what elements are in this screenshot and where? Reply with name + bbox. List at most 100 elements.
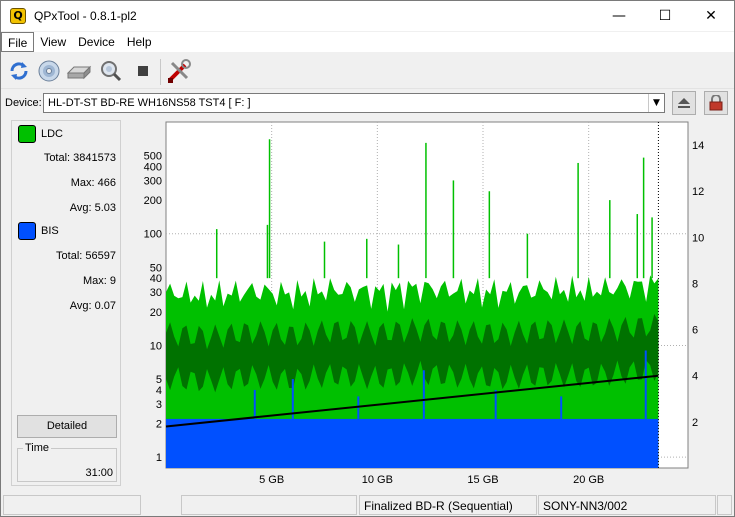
bis-max: Max: 9 (83, 275, 116, 287)
menu-view[interactable]: View (34, 32, 72, 52)
window-title: QPxTool - 0.8.1-pl2 (34, 9, 137, 23)
zoom-search-icon (101, 61, 122, 82)
left-axis-tick-label: 10 (150, 340, 162, 352)
qpxtool-app-icon: Q (10, 8, 26, 24)
bis-avg: Avg: 0.07 (70, 300, 116, 312)
left-axis-tick-label: 500 (144, 151, 162, 163)
toolbar (1, 53, 734, 89)
ldc-total-value: 3841573 (73, 152, 116, 164)
x-axis-tick-label: 20 GB (573, 474, 604, 486)
status-media-type: Finalized BD-R (Sequential) (359, 495, 537, 515)
x-axis-tick-label: 10 GB (362, 474, 393, 486)
status-bar: Finalized BD-R (Sequential) SONY-NN3/002 (1, 493, 734, 516)
settings-button[interactable] (165, 57, 193, 85)
ldc-legend-label: LDC (41, 128, 64, 140)
eject-button[interactable] (672, 91, 696, 115)
left-axis-tick-label: 400 (144, 161, 162, 173)
device-label: Device: (5, 97, 42, 109)
x-axis-tick-label: 15 GB (467, 474, 498, 486)
left-axis-tick-label: 5 (156, 374, 162, 386)
chevron-down-icon[interactable]: ▼ (648, 94, 664, 112)
toolbar-separator (160, 59, 161, 85)
status-cell-2 (181, 495, 357, 515)
status-cell-1 (3, 495, 141, 515)
bis-avg-value: 0.07 (94, 300, 116, 312)
bis-color-swatch[interactable] (18, 222, 36, 240)
title-bar[interactable]: Q QPxTool - 0.8.1-pl2 — ☐ ✕ (1, 1, 734, 31)
media-scan-button[interactable] (35, 57, 63, 85)
minimize-icon: — (612, 8, 626, 24)
right-axis-tick-label: 14 (692, 140, 704, 152)
stop-button[interactable] (129, 57, 157, 85)
lock-icon (709, 95, 723, 111)
left-axis-tick-label: 20 (150, 307, 162, 319)
ldc-avg: Avg: 5.03 (70, 202, 116, 214)
settings-tools-icon (168, 59, 191, 83)
device-select-value: HL-DT-ST BD-RE WH16NS58 TST4 [ F: ] (48, 97, 251, 109)
right-axis-tick-label: 4 (692, 371, 698, 383)
ldc-max-label: Max: (70, 177, 95, 189)
ldc-color-swatch[interactable] (18, 125, 36, 143)
eject-icon (678, 98, 690, 108)
time-label: Time (23, 442, 52, 454)
left-axis-tick-label: 300 (144, 175, 162, 187)
menu-file[interactable]: File (1, 32, 35, 52)
scan-zoom-button[interactable] (97, 57, 125, 85)
left-axis-tick-label: 40 (150, 273, 162, 285)
media-scan-icon (38, 60, 60, 82)
app-window: Q QPxTool - 0.8.1-pl2 — ☐ ✕ File View De… (0, 0, 735, 517)
device-select[interactable]: HL-DT-ST BD-RE WH16NS58 TST4 [ F: ] ▼ (43, 93, 665, 113)
right-axis-tick-label: 8 (692, 278, 698, 290)
ldc-max: Max: 466 (71, 177, 116, 189)
bis-total-value: 56597 (85, 250, 116, 262)
status-cell-5 (717, 495, 732, 515)
detailed-button[interactable]: Detailed (17, 415, 117, 438)
left-axis-tick-label: 200 (144, 195, 162, 207)
menu-device[interactable]: Device (72, 32, 121, 52)
refresh-button[interactable] (5, 57, 33, 85)
close-button[interactable]: ✕ (688, 1, 734, 31)
bis-max-value: 9 (109, 275, 116, 287)
ldc-avg-label: Avg: (69, 202, 92, 214)
stats-panel: LDC Total: 3841573 Max: 466 Avg: 5.03 BI… (11, 120, 121, 486)
left-axis-tick-label: 2 (156, 419, 162, 431)
drive-icon (66, 65, 92, 80)
right-axis-tick-label: 6 (692, 325, 698, 337)
refresh-icon (10, 62, 28, 80)
left-axis-tick-label: 4 (156, 385, 162, 397)
status-media-id: SONY-NN3/002 (538, 495, 716, 515)
drive-info-button[interactable] (65, 57, 93, 85)
maximize-icon: ☐ (658, 8, 672, 24)
right-axis-tick-label: 10 (692, 232, 704, 244)
menu-help[interactable]: Help (121, 32, 158, 52)
ldc-total-label: Total: (43, 152, 71, 164)
bis-total-label: Total: (56, 250, 83, 262)
left-axis-tick-label: 30 (150, 287, 162, 299)
maximize-button[interactable]: ☐ (642, 1, 688, 31)
menu-bar: File View Device Help (1, 32, 734, 52)
left-axis-tick-label: 50 (150, 262, 162, 274)
device-row: Device: HL-DT-ST BD-RE WH16NS58 TST4 [ F… (1, 90, 734, 116)
left-axis-tick-label: 100 (144, 229, 162, 241)
time-value: 31:00 (85, 467, 113, 479)
bis-legend-label: BIS (41, 225, 59, 237)
left-axis-tick-label: 1 (156, 452, 162, 464)
ldc-avg-value: 5.03 (94, 202, 116, 214)
bis-avg-label: Avg: (69, 300, 92, 312)
close-icon: ✕ (705, 8, 717, 24)
right-axis-tick-label: 2 (692, 417, 698, 429)
chart-area: 1 2 3 4 5 10 20 30 40 50 100 200 300 400 500 2 4 6 8 10 12 14… (125, 119, 733, 487)
error-rate-chart: 1234510203040501002003004005002468101214… (144, 121, 704, 486)
minimize-button[interactable]: — (596, 1, 642, 31)
lock-button[interactable] (704, 91, 728, 115)
x-axis-tick-label: 5 GB (259, 474, 284, 486)
left-axis-tick-label: 3 (156, 399, 162, 411)
bis-max-label: Max: (82, 275, 107, 287)
time-group: Time 31:00 (17, 442, 117, 482)
right-axis-tick-label: 12 (692, 186, 704, 198)
stop-icon (138, 66, 148, 76)
ldc-max-value: 466 (97, 177, 116, 189)
ldc-total: Total: 3841573 (44, 152, 116, 164)
bis-total: Total: 56597 (56, 250, 116, 262)
bis-series-area (166, 418, 659, 468)
